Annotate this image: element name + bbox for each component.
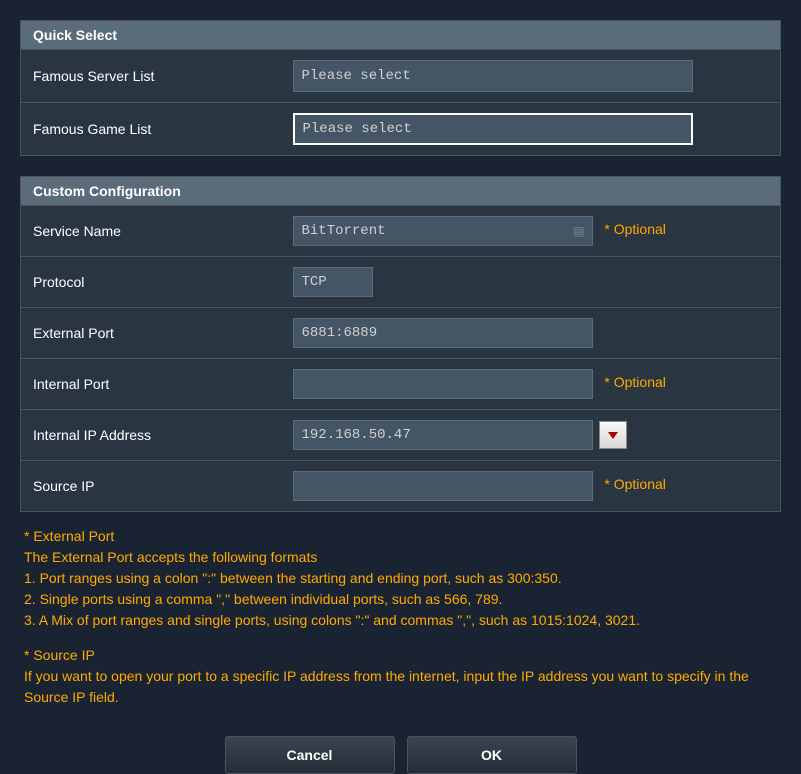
help-ext-line1: 1. Port ranges using a colon ":" between…: [24, 568, 777, 589]
help-ext-line2: 2. Single ports using a comma "," betwee…: [24, 589, 777, 610]
internal-ip-label: Internal IP Address: [21, 410, 281, 461]
source-ip-input[interactable]: [293, 471, 593, 501]
famous-game-select[interactable]: Please select: [293, 113, 693, 145]
protocol-select[interactable]: TCP: [293, 267, 373, 297]
external-port-label: External Port: [21, 308, 281, 359]
external-port-input[interactable]: [293, 318, 593, 348]
help-ext-line3: 3. A Mix of port ranges and single ports…: [24, 610, 777, 631]
internal-ip-input[interactable]: [293, 420, 593, 450]
famous-server-select[interactable]: Please select: [293, 60, 693, 92]
button-row: Cancel OK: [20, 736, 781, 774]
internal-port-label: Internal Port: [21, 359, 281, 410]
help-ext-line0: The External Port accepts the following …: [24, 547, 777, 568]
help-src-heading: * Source IP: [24, 645, 777, 666]
protocol-label: Protocol: [21, 257, 281, 308]
service-name-label: Service Name: [21, 206, 281, 257]
help-source-ip: * Source IP If you want to open your por…: [20, 645, 781, 708]
famous-game-label: Famous Game List: [21, 103, 281, 156]
internal-ip-dropdown-button[interactable]: [599, 421, 627, 449]
service-name-optional: * Optional: [604, 221, 665, 237]
source-ip-label: Source IP: [21, 461, 281, 512]
custom-config-header: Custom Configuration: [20, 176, 781, 206]
service-name-input[interactable]: [293, 216, 593, 246]
source-ip-optional: * Optional: [604, 476, 665, 492]
internal-port-input[interactable]: [293, 369, 593, 399]
chevron-down-icon: [607, 430, 619, 440]
cancel-button[interactable]: Cancel: [225, 736, 395, 774]
help-external-port: * External Port The External Port accept…: [20, 526, 781, 631]
custom-config-table: Service Name ▤ * Optional Protocol TCP E…: [20, 206, 781, 512]
help-ext-heading: * External Port: [24, 526, 777, 547]
quick-select-table: Famous Server List Please select Famous …: [20, 50, 781, 156]
famous-server-label: Famous Server List: [21, 50, 281, 103]
ok-button[interactable]: OK: [407, 736, 577, 774]
service-name-icon: ▤: [573, 224, 584, 238]
internal-port-optional: * Optional: [604, 374, 665, 390]
quick-select-header: Quick Select: [20, 20, 781, 50]
help-src-body: If you want to open your port to a speci…: [24, 668, 749, 705]
